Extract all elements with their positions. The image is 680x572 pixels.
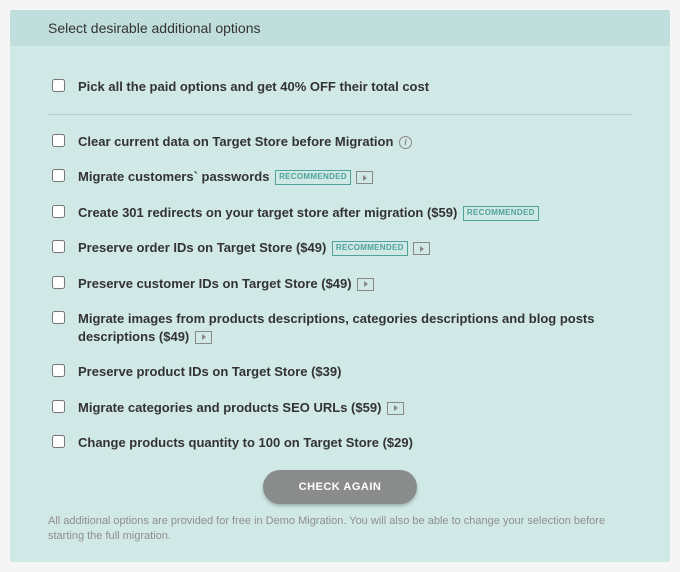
additional-options-panel: Select desirable additional options Pick… xyxy=(10,10,670,562)
video-icon[interactable] xyxy=(387,402,404,415)
option-row: Change products quantity to 100 on Targe… xyxy=(48,434,632,452)
option-checkbox[interactable] xyxy=(52,435,65,448)
video-icon[interactable] xyxy=(357,278,374,291)
divider xyxy=(48,114,632,115)
option-label: Change products quantity to 100 on Targe… xyxy=(78,434,413,452)
option-label: Clear current data on Target Store befor… xyxy=(78,133,412,151)
options-list: Clear current data on Target Store befor… xyxy=(48,133,632,452)
option-text: Preserve order IDs on Target Store ($49) xyxy=(78,240,326,255)
option-text: Create 301 redirects on your target stor… xyxy=(78,205,457,220)
footnote: All additional options are provided for … xyxy=(48,514,632,544)
option-row: Preserve customer IDs on Target Store ($… xyxy=(48,275,632,293)
recommended-badge: RECOMMENDED xyxy=(463,206,539,221)
pick-all-checkbox[interactable] xyxy=(52,79,65,92)
panel-title: Select desirable additional options xyxy=(10,10,670,46)
recommended-badge: RECOMMENDED xyxy=(275,170,351,185)
option-label: Preserve customer IDs on Target Store ($… xyxy=(78,275,374,293)
video-icon[interactable] xyxy=(195,331,212,344)
video-icon[interactable] xyxy=(413,242,430,255)
option-row: Clear current data on Target Store befor… xyxy=(48,133,632,151)
option-checkbox[interactable] xyxy=(52,205,65,218)
option-checkbox[interactable] xyxy=(52,364,65,377)
option-text: Preserve product IDs on Target Store ($3… xyxy=(78,364,341,379)
video-icon[interactable] xyxy=(356,171,373,184)
option-text: Preserve customer IDs on Target Store ($… xyxy=(78,276,352,291)
pick-all-label: Pick all the paid options and get 40% OF… xyxy=(78,78,429,96)
option-text: Change products quantity to 100 on Targe… xyxy=(78,435,413,450)
option-row: Create 301 redirects on your target stor… xyxy=(48,204,632,222)
option-label: Migrate categories and products SEO URLs… xyxy=(78,399,404,417)
option-text: Migrate customers` passwords xyxy=(78,169,269,184)
option-row: Migrate customers` passwords RECOMMENDED xyxy=(48,168,632,186)
option-row: Migrate categories and products SEO URLs… xyxy=(48,399,632,417)
option-row: Migrate images from products description… xyxy=(48,310,632,345)
option-label: Create 301 redirects on your target stor… xyxy=(78,204,539,222)
option-label: Preserve product IDs on Target Store ($3… xyxy=(78,363,341,381)
option-label: Migrate customers` passwords RECOMMENDED xyxy=(78,168,373,186)
option-row: Preserve order IDs on Target Store ($49)… xyxy=(48,239,632,257)
option-text: Clear current data on Target Store befor… xyxy=(78,134,393,149)
option-checkbox[interactable] xyxy=(52,400,65,413)
option-checkbox[interactable] xyxy=(52,169,65,182)
panel-body: Pick all the paid options and get 40% OF… xyxy=(10,46,670,562)
option-row: Preserve product IDs on Target Store ($3… xyxy=(48,363,632,381)
pick-all-row: Pick all the paid options and get 40% OF… xyxy=(48,78,632,96)
option-text: Migrate images from products description… xyxy=(78,311,595,344)
option-checkbox[interactable] xyxy=(52,134,65,147)
option-label: Migrate images from products description… xyxy=(78,310,632,345)
option-checkbox[interactable] xyxy=(52,311,65,324)
recommended-badge: RECOMMENDED xyxy=(332,241,408,256)
option-checkbox[interactable] xyxy=(52,276,65,289)
check-again-button[interactable]: CHECK AGAIN xyxy=(263,470,418,504)
option-label: Preserve order IDs on Target Store ($49)… xyxy=(78,239,430,257)
option-text: Migrate categories and products SEO URLs… xyxy=(78,400,381,415)
option-checkbox[interactable] xyxy=(52,240,65,253)
info-icon[interactable]: i xyxy=(399,136,412,149)
